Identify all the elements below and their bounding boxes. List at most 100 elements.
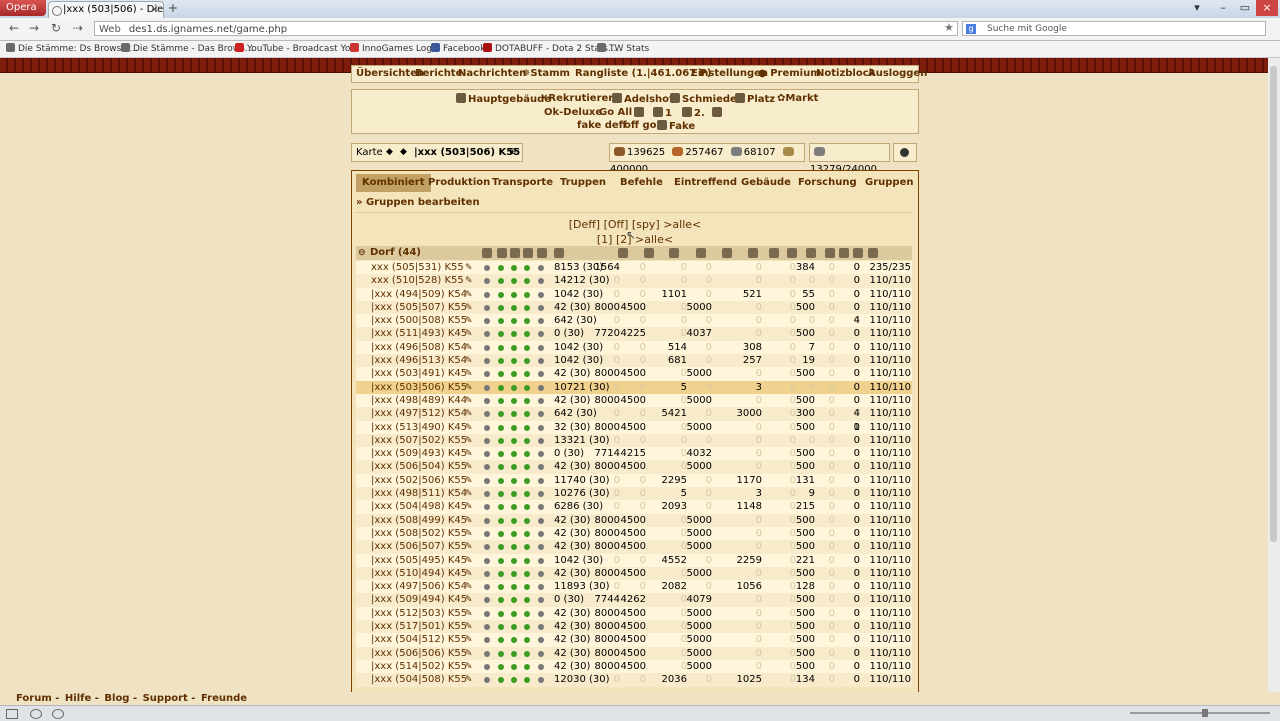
script-scout-icon[interactable] [712,107,724,119]
rename-pencil-icon[interactable]: ✎ [465,302,473,315]
village-column-header[interactable]: Dorf (44) [370,246,421,260]
village-link[interactable]: |xxx (513|490) K45 [371,421,467,434]
rename-pencil-icon[interactable]: ✎ [465,555,473,568]
footer-blog[interactable]: Blog [104,693,129,704]
menu-logout[interactable]: Ausloggen [868,66,927,82]
rename-pencil-icon[interactable]: ✎ [465,435,473,448]
prev-village-icon[interactable]: ◆ [386,144,393,161]
village-link[interactable]: |xxx (506|504) K55 [371,460,467,473]
script-ok-deluxe[interactable]: Ok-Deluxe [544,107,602,118]
village-info-icon[interactable]: ⊕ [509,144,517,161]
village-link[interactable]: xxx (505|531) K55 [371,261,464,274]
village-link[interactable]: |xxx (497|512) K54 [371,407,467,420]
rename-pencil-icon[interactable]: ✎ [465,648,473,661]
zoom-slider[interactable] [1130,709,1270,717]
village-link[interactable]: |xxx (494|509) K54 [371,288,467,301]
footer-help[interactable]: Hilfe [65,693,91,704]
rename-pencil-icon[interactable]: ✎ [465,488,473,501]
script-helmet-icon[interactable] [634,107,646,119]
village-link[interactable]: |xxx (500|508) K55 [371,314,467,327]
bookmark-item[interactable]: YouTube - Broadcast Yo... [235,41,359,57]
menu-premium[interactable]: ● Premium [758,66,821,82]
village-link[interactable]: |xxx (514|502) K55 [371,660,467,673]
rename-pencil-icon[interactable]: ✎ [465,328,473,341]
rename-pencil-icon[interactable]: ✎ [465,382,473,395]
rename-pencil-icon[interactable]: ✎ [465,355,473,368]
village-link[interactable]: |xxx (509|493) K45 [371,447,467,460]
village-link[interactable]: |xxx (503|506) K55 [371,381,467,394]
rename-pencil-icon[interactable]: ✎ [465,289,473,302]
village-link[interactable]: |xxx (504|512) K55 [371,633,467,646]
panel-toggle-icon[interactable] [6,709,18,719]
village-link[interactable]: |xxx (505|507) K55 [371,301,467,314]
quickbar-icon[interactable] [893,143,917,162]
tab-groups[interactable]: Gruppen [859,174,919,192]
rename-pencil-icon[interactable]: ✎ [465,368,473,381]
rename-pencil-icon[interactable]: ✎ [465,515,473,528]
rename-pencil-icon[interactable]: ✎ [465,395,473,408]
village-link[interactable]: xxx (510|528) K55 [371,274,464,287]
rename-pencil-icon[interactable]: ✎ [465,541,473,554]
village-link[interactable]: |xxx (511|493) K45 [371,327,467,340]
menu-notebook[interactable]: Notizblock [816,66,875,82]
rename-pencil-icon[interactable]: ✎ [465,528,473,541]
tab-incoming[interactable]: Eintreffend [668,174,743,192]
bookmark-item[interactable]: Die Stämme - Das Brows... [121,41,253,57]
menu-messages[interactable]: Nachrichten [458,66,526,82]
bookmark-item[interactable]: Facebook [431,41,485,57]
rename-pencil-icon[interactable]: ✎ [465,262,473,275]
script-off-go[interactable]: off go [624,120,656,131]
rename-pencil-icon[interactable]: ✎ [465,594,473,607]
tab-buildings[interactable]: Gebäude [735,174,797,192]
rename-pencil-icon[interactable]: ✎ [465,674,473,687]
village-link[interactable]: |xxx (508|502) K55 [371,527,467,540]
menu-settings[interactable]: Einstellungen [691,66,768,82]
minimize-icon[interactable]: – [1212,0,1234,16]
speed-dial-icon[interactable]: ⇢ [70,21,86,35]
rename-pencil-icon[interactable]: ✎ [465,501,473,514]
tab-transports[interactable]: Transporte [486,174,559,192]
village-link[interactable]: |xxx (507|502) K55 [371,434,467,447]
tab-commands[interactable]: Befehle [614,174,669,192]
bookmark-item[interactable]: TW Stats [597,41,649,57]
village-link[interactable]: |xxx (497|506) K54 [371,580,467,593]
village-link[interactable]: |xxx (504|508) K55 [371,673,467,686]
back-icon[interactable]: ← [6,21,22,35]
building-smithy[interactable]: Schmiede [670,93,737,105]
tab-combined[interactable]: Kombiniert [356,174,431,192]
tab-close-icon[interactable]: × [151,2,159,18]
rename-pencil-icon[interactable]: ✎ [465,621,473,634]
tab-research[interactable]: Forschung [792,174,863,192]
turbo-icon[interactable] [30,709,42,719]
building-recruit[interactable]: ✕Rekrutieren [540,93,615,104]
rename-pencil-icon[interactable]: ✎ [465,422,473,435]
building-main[interactable]: Hauptgebäude [456,93,551,105]
footer-forum[interactable]: Forum [16,693,52,704]
village-link[interactable]: |xxx (496|508) K54 [371,341,467,354]
tab-menu-chevron-down-icon[interactable]: ▾ [1186,0,1208,16]
next-village-icon[interactable]: ◆ [400,144,407,161]
opera-menu-button[interactable]: Opera [0,0,46,16]
sort-village-icon[interactable]: ⊖ [358,246,366,260]
rename-pencil-icon[interactable]: ✎ [465,275,473,288]
rename-pencil-icon[interactable]: ✎ [465,315,473,328]
village-link[interactable]: |xxx (509|494) K45 [371,593,467,606]
building-noble[interactable]: Adelshof [612,93,673,105]
rename-pencil-icon[interactable]: ✎ [465,475,473,488]
edit-groups-link[interactable]: » Gruppen bearbeiten [356,197,480,208]
village-link[interactable]: |xxx (504|498) K45 [371,500,467,513]
unite-icon[interactable] [52,709,64,719]
rename-pencil-icon[interactable]: ✎ [465,608,473,621]
village-link[interactable]: |xxx (512|503) K55 [371,607,467,620]
search-input[interactable]: g Suche mit Google [962,21,1266,36]
rename-pencil-icon[interactable]: ✎ [465,581,473,594]
script-fake[interactable]: Fake [657,120,695,132]
village-link[interactable]: |xxx (496|513) K54 [371,354,467,367]
rename-pencil-icon[interactable]: ✎ [465,461,473,474]
footer-support[interactable]: Support [143,693,188,704]
browser-tab[interactable]: |xxx (503|506) - Die Stä... × [48,1,164,18]
script-2[interactable]: 2. [682,107,705,119]
reload-icon[interactable]: ↻ [48,21,64,35]
village-link[interactable]: |xxx (503|491) K45 [371,367,467,380]
building-place[interactable]: Platz [735,93,775,105]
